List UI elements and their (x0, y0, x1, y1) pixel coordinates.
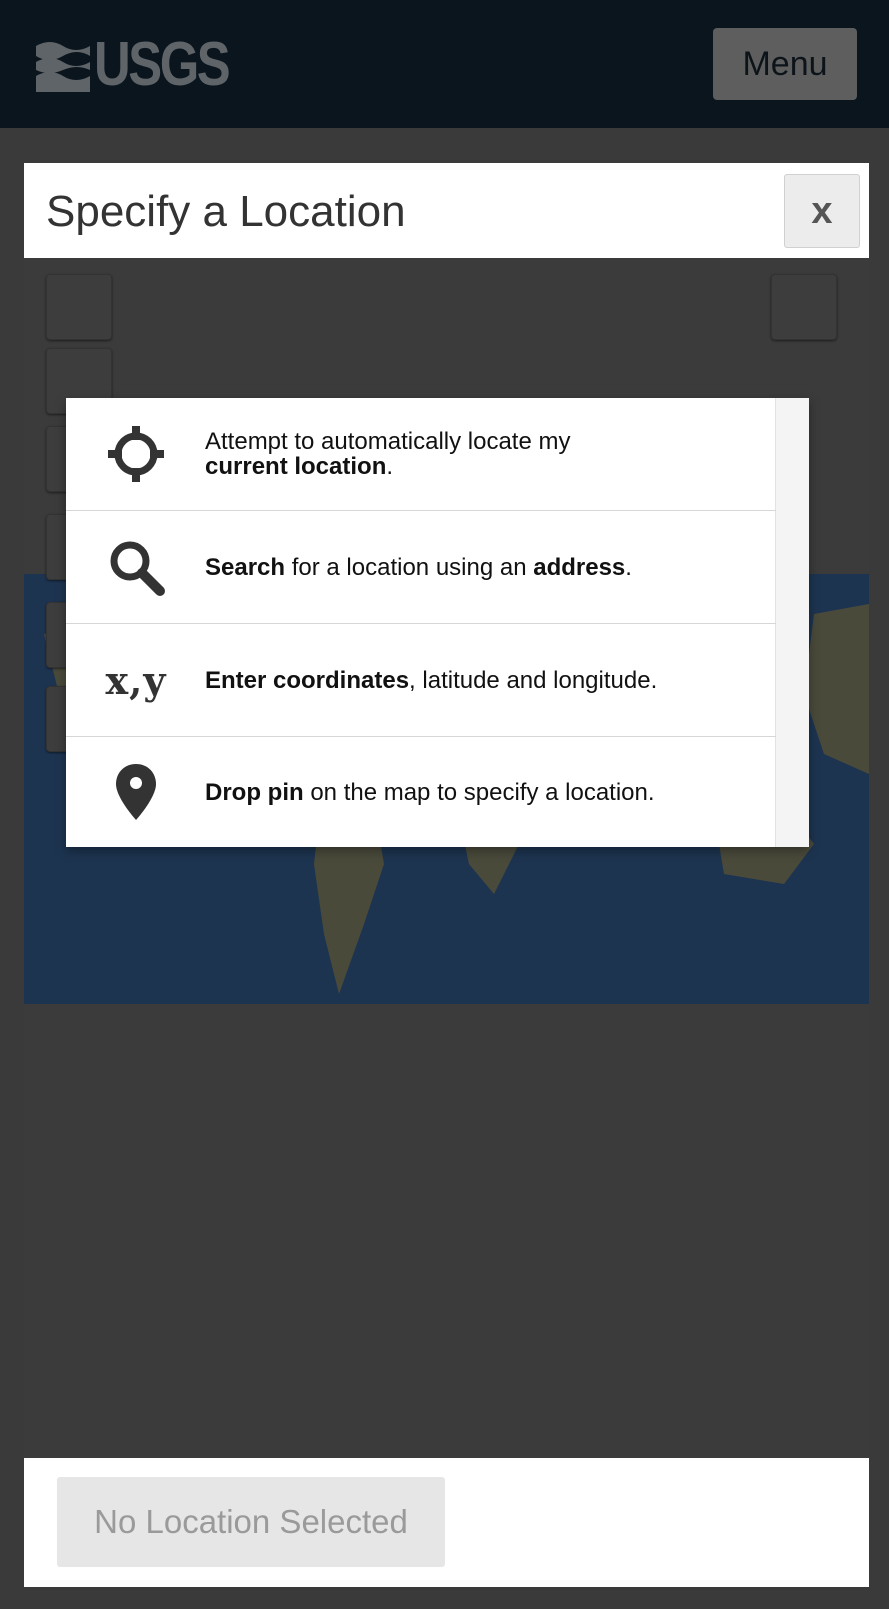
logo-text: USGS (94, 30, 231, 99)
modal-header: Specify a Location x (24, 163, 869, 258)
option-enter-coordinates[interactable]: x,y Enter coordinates, latitude and long… (66, 624, 776, 737)
option-label: Drop pin on the map to specify a locatio… (205, 778, 655, 806)
option-current-location[interactable]: Attempt to automatically locate my curre… (66, 398, 776, 511)
option-search-address[interactable]: Search for a location using an address. (66, 511, 776, 624)
option-drop-pin[interactable]: Drop pin on the map to specify a locatio… (66, 737, 776, 847)
menu-scrollbar[interactable] (775, 398, 809, 847)
location-modal: Specify a Location x Attempt to automati… (24, 163, 869, 1587)
option-label: Search for a location using an address. (205, 553, 632, 581)
close-button[interactable]: x (784, 174, 860, 248)
crosshair-icon (96, 414, 176, 494)
usgs-logo[interactable]: USGS (36, 34, 258, 96)
location-options-menu: Attempt to automatically locate my curre… (66, 398, 809, 847)
menu-button[interactable]: Menu (713, 28, 857, 100)
usgs-wave-icon (36, 42, 90, 92)
map-pin-icon (96, 752, 176, 832)
zoom-in-button[interactable] (46, 274, 112, 340)
map-area[interactable]: Attempt to automatically locate my curre… (24, 258, 869, 1535)
search-icon (96, 527, 176, 607)
no-location-selected-button[interactable]: No Location Selected (57, 1477, 445, 1567)
modal-title: Specify a Location (46, 187, 406, 236)
coordinates-icon: x,y (105, 657, 167, 703)
option-label: Enter coordinates, latitude and longitud… (205, 666, 658, 694)
option-label: Attempt to automatically locate my curre… (205, 428, 571, 480)
layers-button[interactable] (771, 274, 837, 340)
modal-footer: No Location Selected (24, 1458, 869, 1587)
site-header: USGS Menu (0, 0, 889, 128)
